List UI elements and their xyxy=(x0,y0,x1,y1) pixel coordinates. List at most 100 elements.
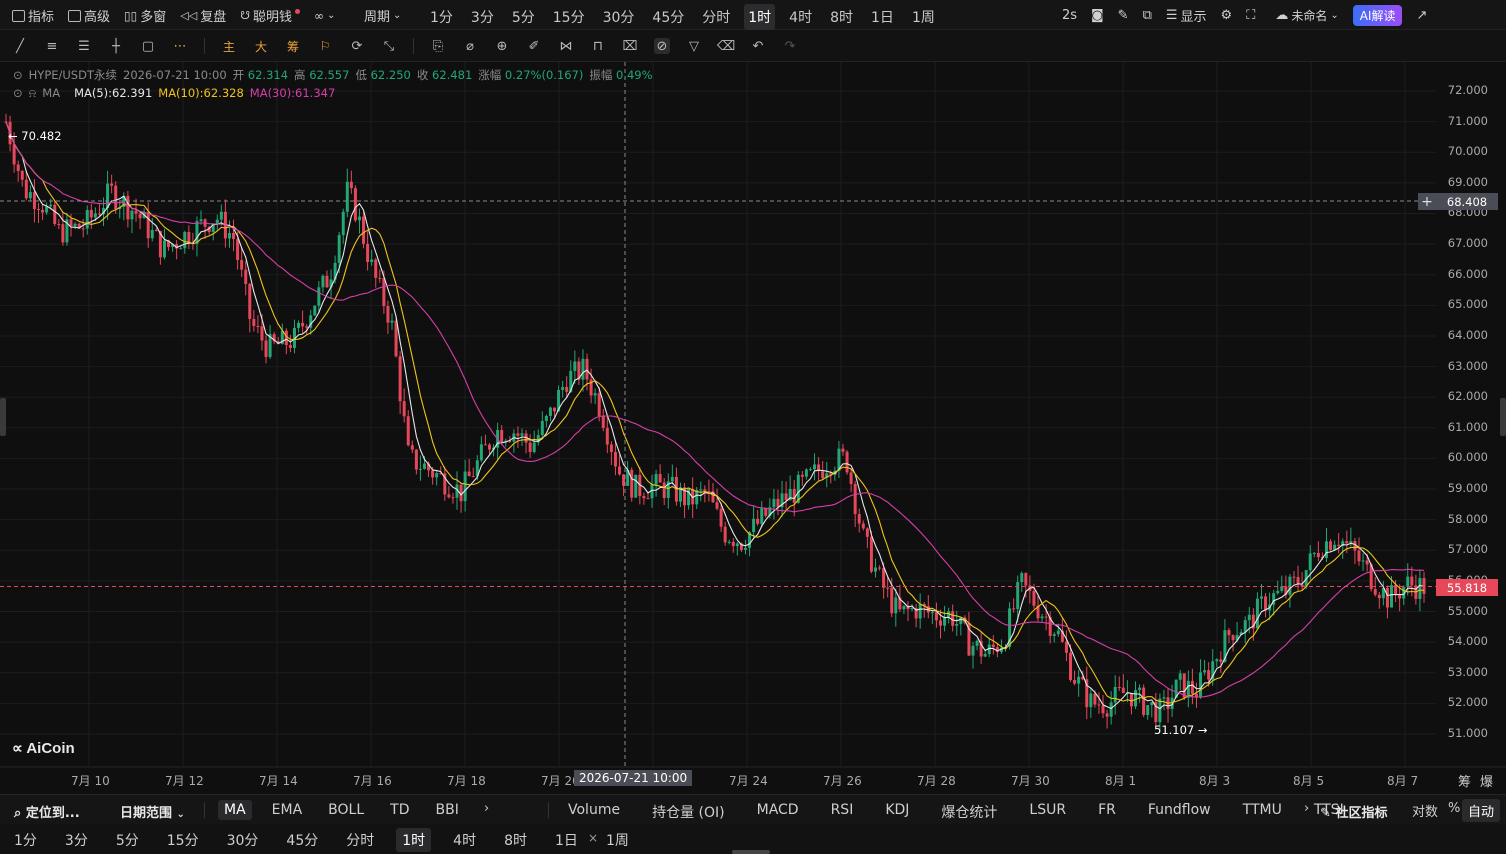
chip-toggle[interactable]: 筹 xyxy=(285,38,301,54)
main-chart-toggle[interactable]: 主 xyxy=(221,38,237,54)
visibility-icon[interactable]: ⌧ xyxy=(622,38,638,54)
main-indicator-tab[interactable]: TD xyxy=(384,800,415,820)
chip-axis-label[interactable]: 筹 xyxy=(1458,771,1471,790)
bottom-period-tab[interactable]: 1时 xyxy=(396,828,432,852)
sub-indicator-tab[interactable]: Volume xyxy=(562,800,626,824)
bottom-period-tab[interactable]: 1周 xyxy=(600,828,635,852)
fullscreen-icon[interactable]: ⛶ xyxy=(1246,8,1255,23)
add-alert-icon[interactable]: + xyxy=(1418,193,1436,210)
brush-icon[interactable]: ✐ xyxy=(526,38,542,54)
period-tab[interactable]: 4时 xyxy=(785,4,816,30)
trash-icon[interactable]: ⌫ xyxy=(717,38,735,54)
replay-button[interactable]: ◁◁ 复盘 xyxy=(180,6,226,25)
community-indicators-button[interactable]: ✎ 社区指标 xyxy=(1320,802,1387,821)
cross-tool-icon[interactable]: ┼ xyxy=(108,38,124,54)
filter-icon[interactable]: ▽ xyxy=(686,38,702,54)
period-tab[interactable]: 30分 xyxy=(599,4,639,30)
settings-icon[interactable]: ⚙ xyxy=(1221,8,1233,23)
period-tab[interactable]: 分时 xyxy=(698,4,734,30)
collapse-icon[interactable]: ⊙ xyxy=(13,84,23,102)
sub-indicator-tab[interactable]: RSI xyxy=(825,800,860,824)
candle-body xyxy=(540,420,544,436)
sub-indicator-tab[interactable]: MACD xyxy=(751,800,805,824)
close-icon[interactable]: × xyxy=(588,831,598,845)
chevron-right-icon[interactable]: › xyxy=(484,801,489,816)
period-tab[interactable]: 1周 xyxy=(908,4,939,30)
bottom-period-tab[interactable]: 分时 xyxy=(340,828,380,852)
sub-indicator-tab[interactable]: LSUR xyxy=(1023,800,1072,824)
main-indicator-tab[interactable]: BBI xyxy=(430,800,465,820)
big-order-toggle[interactable]: 大 xyxy=(253,38,269,54)
date-range-dropdown[interactable]: 日期范围 ⌄ xyxy=(120,802,185,821)
sub-indicator-tab[interactable]: TTMU xyxy=(1237,800,1288,824)
link-icon[interactable]: ⊘ xyxy=(654,38,670,54)
line-tool-icon[interactable]: ╱ xyxy=(12,38,28,54)
period-tab[interactable]: 3分 xyxy=(467,4,498,30)
bottom-period-tab[interactable]: 1日 xyxy=(549,828,584,852)
sub-indicator-tab[interactable]: FR xyxy=(1092,800,1122,824)
chart-legend: ⊙ HYPE/USDT永续 2026-07-21 10:00 开 62.314 … xyxy=(13,66,653,102)
period-dropdown[interactable]: 周期 ⌄ xyxy=(364,6,401,25)
sub-indicator-tab[interactable]: 爆仓统计 xyxy=(935,800,1003,824)
smartmoney-button[interactable]: ☋ 聪明钱 xyxy=(240,6,300,25)
sync-icon[interactable]: ⟳ xyxy=(349,38,365,54)
sub-indicator-tab[interactable]: 持仓量 (OI) xyxy=(646,800,731,824)
collapse-icon[interactable]: ⊙ xyxy=(13,66,23,84)
undo-icon[interactable]: ↶ xyxy=(750,38,766,54)
copy-icon[interactable]: ⎘ xyxy=(430,38,446,54)
right-panel-handle[interactable] xyxy=(1500,398,1506,436)
share-icon[interactable]: ⧉ xyxy=(1143,8,1152,23)
display-button[interactable]: ☰ 显示 xyxy=(1166,6,1207,25)
rectangle-tool-icon[interactable]: ▢ xyxy=(140,38,156,54)
camera-icon[interactable]: ◙ xyxy=(1091,8,1104,23)
indicators-button[interactable]: 指标 xyxy=(12,6,54,25)
multiwindow-button[interactable]: ▯▯ 多窗 xyxy=(124,6,166,26)
zoom-icon[interactable]: ⊕ xyxy=(494,38,510,54)
period-tab[interactable]: 15分 xyxy=(549,4,589,30)
layout-name-dropdown[interactable]: ☁ 未命名 ⌄ xyxy=(1275,7,1338,24)
liquidation-axis-label[interactable]: 爆 xyxy=(1480,771,1493,790)
period-tab[interactable]: 8时 xyxy=(826,4,857,30)
sub-indicator-tab[interactable]: KDJ xyxy=(879,800,915,824)
ruler-icon[interactable]: ⌀ xyxy=(462,38,478,54)
period-tab[interactable]: 5分 xyxy=(508,4,539,30)
period-tab[interactable]: 1日 xyxy=(867,4,898,30)
measure-icon[interactable]: ⤡ xyxy=(381,38,397,54)
redo-icon[interactable]: ↷ xyxy=(782,38,798,54)
auto-scale-toggle[interactable]: 自动 xyxy=(1462,799,1501,822)
resize-handle[interactable] xyxy=(732,850,770,854)
bottom-period-tab[interactable]: 3分 xyxy=(59,828,94,852)
main-indicator-tab[interactable]: BOLL xyxy=(322,800,370,820)
hline-tool-icon[interactable]: ☰ xyxy=(76,38,92,54)
period-tab[interactable]: 1分 xyxy=(426,4,457,30)
bottom-period-tab[interactable]: 45分 xyxy=(280,828,324,852)
magnet-icon[interactable]: ⋈ xyxy=(558,38,574,54)
parallel-tool-icon[interactable]: ≡ xyxy=(44,38,60,54)
bell-icon[interactable]: ⍾ xyxy=(29,84,37,102)
bottom-period-tab[interactable]: 4时 xyxy=(447,828,482,852)
sub-indicator-tab[interactable]: Fundflow xyxy=(1142,800,1217,824)
bottom-period-tab[interactable]: 1分 xyxy=(8,828,43,852)
log-scale-toggle[interactable]: 对数 xyxy=(1406,799,1444,822)
price-chart[interactable] xyxy=(0,62,1506,794)
edit-icon[interactable]: ✎ xyxy=(1118,8,1129,23)
refresh-interval[interactable]: 2s xyxy=(1062,8,1077,23)
infinity-menu-button[interactable]: ∞ ⌄ xyxy=(314,9,335,23)
lock-icon[interactable]: ⊓ xyxy=(590,38,606,54)
left-panel-handle[interactable] xyxy=(0,398,6,436)
advanced-button[interactable]: 高级 xyxy=(68,6,110,25)
chevron-right-icon[interactable]: › xyxy=(1304,801,1309,816)
bottom-period-tab[interactable]: 8时 xyxy=(498,828,533,852)
bottom-period-tab[interactable]: 5分 xyxy=(110,828,145,852)
trade-marker-icon[interactable]: ⚐ xyxy=(317,38,333,54)
main-indicator-tab[interactable]: EMA xyxy=(266,800,309,820)
bottom-period-tab[interactable]: 30分 xyxy=(221,828,265,852)
period-tab[interactable]: 1时 xyxy=(744,4,776,30)
locate-button[interactable]: ⌕ 定位到... xyxy=(14,802,80,821)
bottom-period-tab[interactable]: 15分 xyxy=(161,828,205,852)
ai-button[interactable]: AI解读 xyxy=(1352,5,1403,26)
period-tab[interactable]: 45分 xyxy=(648,4,688,30)
more-tools-icon[interactable]: ⋯ xyxy=(172,38,188,54)
trend-icon[interactable]: ↗ xyxy=(1416,8,1427,23)
main-indicator-tab[interactable]: MA xyxy=(218,800,252,820)
